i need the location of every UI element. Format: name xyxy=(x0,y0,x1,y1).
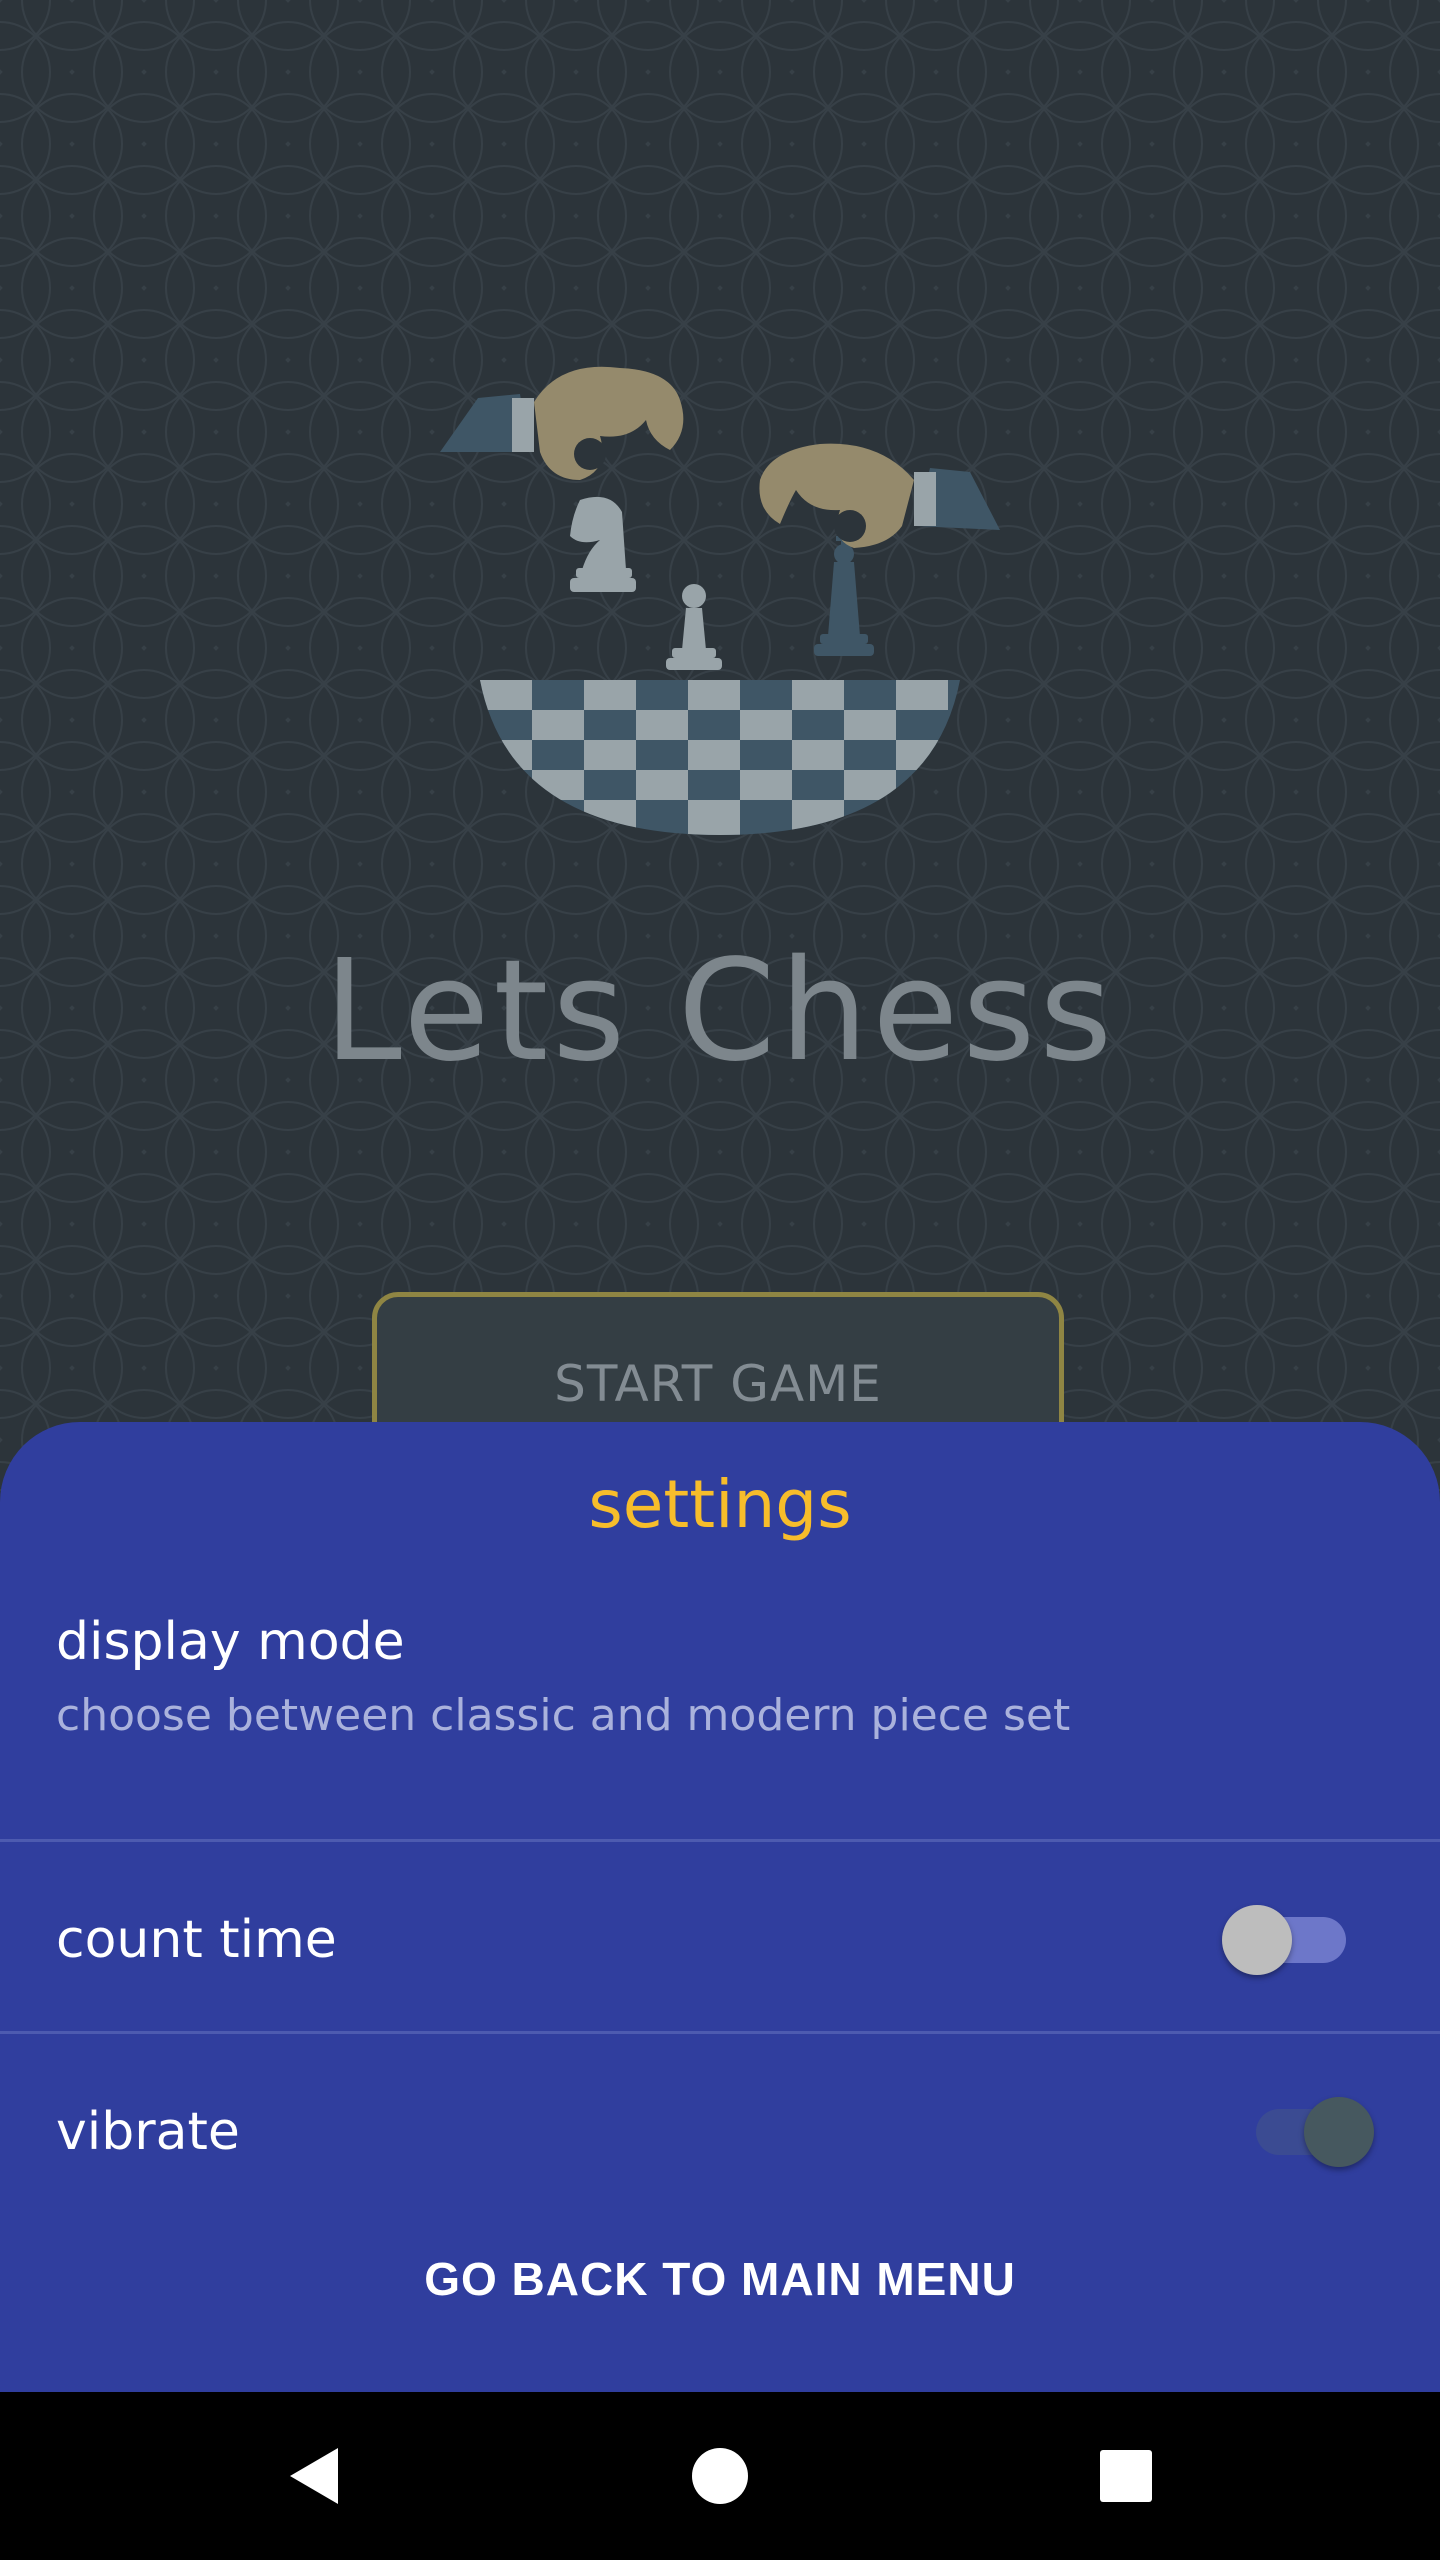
go-back-to-main-menu-button[interactable]: GO BACK TO MAIN MENU xyxy=(0,2252,1440,2306)
display-mode-summary: choose between classic and modern piece … xyxy=(56,1690,1071,1741)
system-navigation-bar xyxy=(0,2392,1440,2560)
start-game-label: START GAME xyxy=(554,1355,882,1413)
settings-sheet: settings display mode choose between cla… xyxy=(0,1422,1440,2392)
toggle-thumb xyxy=(1304,2097,1374,2167)
toggle-thumb xyxy=(1222,1905,1292,1975)
setting-display-mode[interactable]: display mode choose between classic and … xyxy=(0,1612,1440,1760)
nav-back-button[interactable] xyxy=(236,2392,396,2560)
back-icon xyxy=(290,2448,338,2504)
count-time-title: count time xyxy=(56,1910,337,1970)
count-time-toggle[interactable] xyxy=(1222,1896,1352,1976)
setting-vibrate[interactable]: vibrate xyxy=(0,2034,1440,2226)
display-mode-title: display mode xyxy=(56,1612,405,1672)
settings-title: settings xyxy=(588,1466,852,1543)
nav-home-button[interactable] xyxy=(640,2392,800,2560)
recents-icon xyxy=(1100,2450,1152,2502)
home-icon xyxy=(692,2448,748,2504)
app-title: Lets Chess xyxy=(323,930,1117,1093)
nav-recents-button[interactable] xyxy=(1046,2392,1206,2560)
vibrate-toggle[interactable] xyxy=(1246,2088,1374,2168)
chess-hands-logo xyxy=(440,366,1000,835)
vibrate-title: vibrate xyxy=(56,2102,240,2162)
setting-count-time[interactable]: count time xyxy=(0,1842,1440,2034)
